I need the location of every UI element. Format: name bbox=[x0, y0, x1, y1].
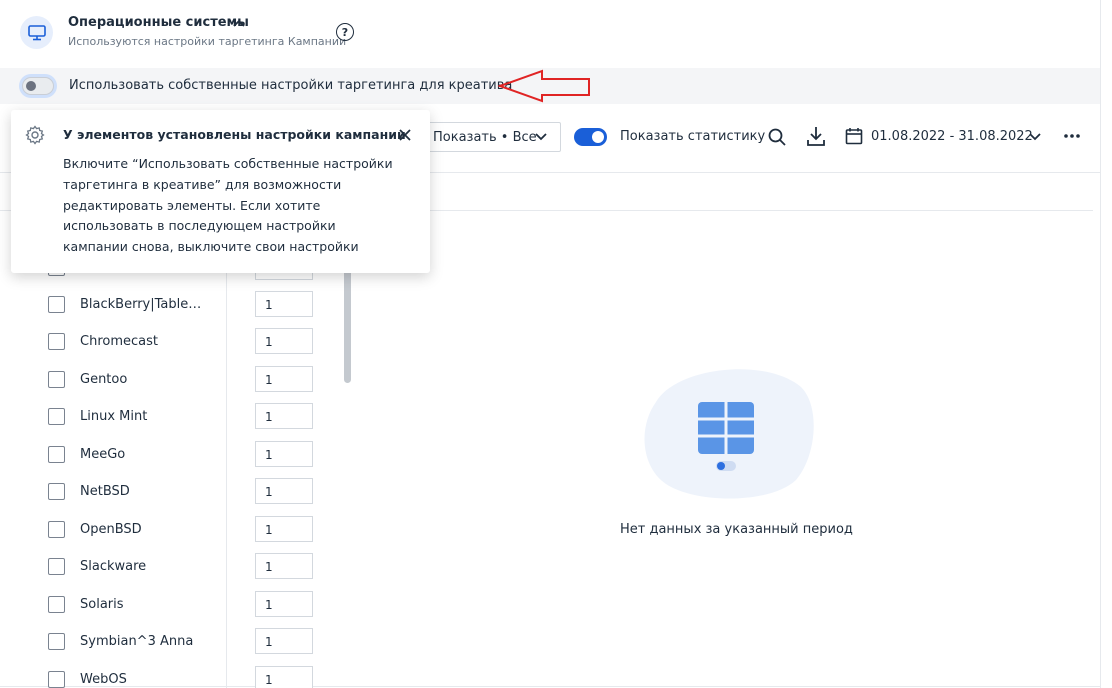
list-item[interactable]: MeeGo 1 bbox=[48, 441, 318, 469]
list-item[interactable]: Gentoo 1 bbox=[48, 366, 318, 394]
os-name: BlackBerry|Table… bbox=[80, 297, 202, 312]
more-icon[interactable] bbox=[1063, 133, 1081, 139]
chevron-down-icon bbox=[535, 133, 547, 141]
show-filter-select[interactable]: Показать • Все bbox=[420, 122, 561, 152]
value-input[interactable]: 1 bbox=[255, 516, 313, 542]
checkbox[interactable] bbox=[48, 633, 65, 650]
calendar-icon[interactable] bbox=[845, 127, 863, 145]
empty-state-illustration bbox=[644, 369, 814, 499]
checkbox[interactable] bbox=[48, 446, 65, 463]
list-item[interactable]: Chromecast 1 bbox=[48, 328, 318, 356]
list-item[interactable]: Symbian^3 Anna 1 bbox=[48, 628, 318, 656]
checkbox[interactable] bbox=[48, 483, 65, 500]
section-subtitle: Используются настройки таргетинга Кампан… bbox=[68, 35, 347, 48]
checkbox[interactable] bbox=[48, 371, 65, 388]
popover-line: использовать в последующем настройки bbox=[63, 218, 336, 234]
value-input[interactable]: 1 bbox=[255, 328, 313, 354]
own-settings-label: Использовать собственные настройки тарге… bbox=[69, 78, 513, 93]
section-title[interactable]: Операционные системы bbox=[68, 15, 249, 30]
list-item[interactable]: OpenBSD 1 bbox=[48, 516, 318, 544]
chevron-up-icon[interactable] bbox=[232, 17, 246, 29]
value-input[interactable]: 1 bbox=[255, 403, 313, 429]
annotation-arrow-icon bbox=[498, 69, 590, 103]
value-input[interactable]: 1 bbox=[255, 441, 313, 467]
checkbox[interactable] bbox=[48, 296, 65, 313]
search-icon[interactable] bbox=[767, 127, 787, 147]
value-input[interactable]: 1 bbox=[255, 291, 313, 317]
checkbox[interactable] bbox=[48, 333, 65, 350]
popover-title: У элементов установлены настройки кампан… bbox=[63, 127, 406, 142]
list-item[interactable]: WebOS 1 bbox=[48, 666, 318, 688]
os-name: NetBSD bbox=[80, 484, 130, 499]
popover-body: Включите “Использовать собственные настр… bbox=[63, 154, 403, 258]
panel-edge bbox=[1100, 0, 1101, 688]
list-item[interactable]: Linux Mint 1 bbox=[48, 403, 318, 431]
checkbox[interactable] bbox=[48, 521, 65, 538]
list-item[interactable]: BlackBerry|Table… 1 bbox=[48, 291, 318, 319]
popover-line: кампании снова, выключите свои настройки bbox=[63, 239, 359, 255]
gear-icon bbox=[25, 125, 45, 145]
popover-line: Включите “Использовать собственные настр… bbox=[63, 156, 393, 171]
os-name: Slackware bbox=[80, 559, 147, 574]
toggle-knob bbox=[592, 131, 604, 143]
popover-line: таргетинга в креативе” для возможности bbox=[63, 176, 342, 192]
list-scrollbar[interactable] bbox=[344, 262, 351, 383]
os-name: Gentoo bbox=[80, 372, 128, 387]
list-item[interactable]: NetBSD 1 bbox=[48, 478, 318, 506]
value-input[interactable]: 1 bbox=[255, 478, 313, 504]
own-settings-toggle[interactable] bbox=[22, 77, 54, 95]
value-input[interactable]: 1 bbox=[255, 366, 313, 392]
monitor-icon bbox=[20, 16, 53, 49]
os-name: OpenBSD bbox=[80, 522, 142, 537]
checkbox[interactable] bbox=[48, 558, 65, 575]
chevron-down-icon[interactable] bbox=[1028, 131, 1042, 143]
section-header: Операционные системы Используются настро… bbox=[0, 0, 1100, 68]
toggle-knob bbox=[26, 81, 36, 91]
value-input[interactable]: 1 bbox=[255, 591, 313, 617]
checkbox[interactable] bbox=[48, 596, 65, 613]
date-range[interactable]: 01.08.2022 - 31.08.2022 bbox=[871, 129, 1033, 144]
os-name: MeeGo bbox=[80, 447, 126, 462]
list-item[interactable]: Solaris 1 bbox=[48, 591, 318, 619]
os-name: Chromecast bbox=[80, 334, 158, 349]
download-icon[interactable] bbox=[806, 125, 826, 147]
checkbox[interactable] bbox=[48, 408, 65, 425]
show-stats-label: Показать статистику bbox=[620, 129, 766, 144]
empty-state-text: Нет данных за указанный период bbox=[620, 522, 853, 537]
help-icon[interactable]: ? bbox=[336, 23, 354, 41]
list-item[interactable]: Slackware 1 bbox=[48, 553, 318, 581]
value-input[interactable]: 1 bbox=[255, 553, 313, 579]
value-input[interactable]: 1 bbox=[255, 666, 313, 688]
checkbox[interactable] bbox=[48, 671, 65, 688]
popover-line: редактировать элементы. Если хотите bbox=[63, 197, 321, 213]
close-icon[interactable] bbox=[398, 128, 412, 142]
os-name: Symbian^3 Anna bbox=[80, 634, 194, 649]
show-stats-toggle[interactable] bbox=[574, 128, 607, 146]
os-name: Solaris bbox=[80, 597, 124, 612]
campaign-settings-popover: У элементов установлены настройки кампан… bbox=[11, 110, 430, 273]
show-filter-value: Показать • Все bbox=[433, 130, 537, 145]
value-input[interactable]: 1 bbox=[255, 628, 313, 654]
os-name: WebOS bbox=[80, 672, 127, 687]
os-name: Linux Mint bbox=[80, 409, 148, 424]
